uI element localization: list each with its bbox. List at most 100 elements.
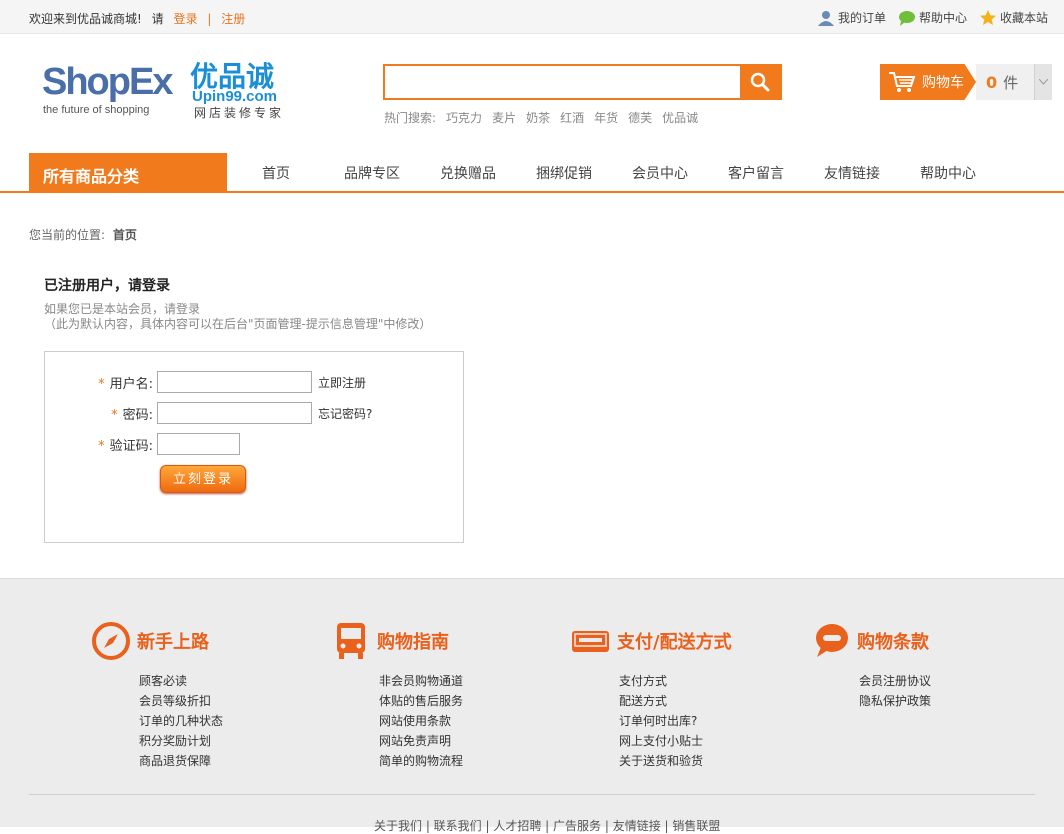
footer-col-title: 支付/配送方式 xyxy=(617,632,732,653)
footer-col-title: 购物指南 xyxy=(377,632,449,653)
footer-col-payment: 支付/配送方式 支付方式 配送方式 订单何时出库? 网上支付小贴士 关于送货和验… xyxy=(571,621,732,771)
footer: 新手上路 顾客必读 会员等级折扣 订单的几种状态 积分奖励计划 商品退货保障 购… xyxy=(0,578,1064,833)
cart-count-unit: 件 xyxy=(1003,73,1019,92)
logo-tagline: the future of shopping xyxy=(43,104,149,116)
nav-item-gifts[interactable]: 兑换赠品 xyxy=(420,163,516,183)
username-input[interactable] xyxy=(157,371,312,393)
footer-link[interactable]: 网上支付小贴士 xyxy=(619,731,732,751)
hot-word[interactable]: 麦片 xyxy=(492,109,516,126)
footer-link[interactable]: 隐私保护政策 xyxy=(859,691,931,711)
footer-link[interactable]: 简单的购物流程 xyxy=(379,751,463,771)
footer-link[interactable]: 非会员购物通道 xyxy=(379,671,463,691)
register-now-link[interactable]: 立即注册 xyxy=(318,374,366,391)
cart-count: 0 件 xyxy=(976,64,1034,100)
footer-link-list: 非会员购物通道 体贴的售后服务 网站使用条款 网站免责声明 简单的购物流程 xyxy=(379,671,463,771)
login-title: 已注册用户，请登录 xyxy=(44,278,170,294)
logo-domain: Upin99.com xyxy=(192,88,277,105)
username-label: * 用户名: xyxy=(45,373,157,392)
hot-word[interactable]: 年货 xyxy=(594,109,618,126)
shopping-cart-icon xyxy=(889,72,916,92)
footer-link[interactable]: 顾客必读 xyxy=(139,671,223,691)
password-label: * 密码: xyxy=(45,404,157,423)
register-link[interactable]: 注册 xyxy=(221,12,245,26)
search-button[interactable] xyxy=(740,66,780,98)
cart-dropdown[interactable] xyxy=(1034,64,1052,100)
my-orders-label: 我的订单 xyxy=(837,11,886,25)
separator: | xyxy=(207,12,212,26)
footer-link[interactable]: 配送方式 xyxy=(619,691,732,711)
footer-link[interactable]: 会员等级折扣 xyxy=(139,691,223,711)
all-categories-button[interactable]: 所有商品分类 xyxy=(29,153,227,193)
bookmark-link[interactable]: 收藏本站 xyxy=(979,9,1048,26)
footer-link[interactable]: 订单的几种状态 xyxy=(139,711,223,731)
nav-item-messages[interactable]: 客户留言 xyxy=(708,163,804,183)
help-center-link[interactable]: 帮助中心 xyxy=(898,9,967,26)
footer-col-header: 支付/配送方式 xyxy=(571,621,732,661)
search-input[interactable] xyxy=(385,66,740,98)
cart-widget[interactable]: 购物车 0 件 xyxy=(880,64,1052,100)
footer-link-list: 会员注册协议 隐私保护政策 xyxy=(859,671,931,711)
footer-bottom-links[interactable]: 关于我们 | 联系我们 | 人才招聘 | 广告服务 | 友情链接 | 销售联盟 xyxy=(374,817,720,834)
chat-icon xyxy=(898,10,915,26)
cart-label: 购物车 xyxy=(922,75,964,91)
cart-count-value: 0 xyxy=(986,72,998,92)
footer-link[interactable]: 支付方式 xyxy=(619,671,732,691)
nav-item-help[interactable]: 帮助中心 xyxy=(900,163,996,183)
card-icon xyxy=(572,631,609,652)
footer-link-list: 支付方式 配送方式 订单何时出库? 网上支付小贴士 关于送货和验货 xyxy=(619,671,732,771)
footer-link[interactable]: 积分奖励计划 xyxy=(139,731,223,751)
hot-word[interactable]: 奶茶 xyxy=(526,109,550,126)
captcha-label-text: 验证码: xyxy=(109,438,153,454)
my-orders-link[interactable]: 我的订单 xyxy=(817,9,886,26)
footer-link[interactable]: 网站免责声明 xyxy=(379,731,463,751)
user-icon xyxy=(817,10,834,26)
nav-item-links[interactable]: 友情链接 xyxy=(804,163,900,183)
footer-col-terms: 购物条款 会员注册协议 隐私保护政策 xyxy=(811,621,931,711)
footer-link[interactable]: 会员注册协议 xyxy=(859,671,931,691)
footer-col-title: 购物条款 xyxy=(857,632,929,653)
footer-link-list: 顾客必读 会员等级折扣 订单的几种状态 积分奖励计划 商品退货保障 xyxy=(139,671,223,771)
password-label-text: 密码: xyxy=(122,407,153,423)
footer-link[interactable]: 订单何时出库? xyxy=(619,711,732,731)
forgot-password-link[interactable]: 忘记密码? xyxy=(318,405,372,422)
footer-link[interactable]: 关于送货和验货 xyxy=(619,751,732,771)
footer-col-guide: 购物指南 非会员购物通道 体贴的售后服务 网站使用条款 网站免责声明 简单的购物… xyxy=(331,621,463,771)
captcha-label: * 验证码: xyxy=(45,435,157,454)
main-nav: 所有商品分类 首页 品牌专区 兑换赠品 捆绑促销 会员中心 客户留言 友情链接 … xyxy=(0,153,1064,193)
please-text: 请 xyxy=(151,12,164,26)
footer-link[interactable]: 商品退货保障 xyxy=(139,751,223,771)
hot-word[interactable]: 红酒 xyxy=(560,109,584,126)
search-icon xyxy=(750,72,770,92)
hot-word[interactable]: 优品诚 xyxy=(662,109,698,126)
login-submit-button[interactable]: 立刻登录 xyxy=(160,465,246,493)
shopex-upin99-logo[interactable]: ShopEx the future of shopping 优品诚 Upin99… xyxy=(42,58,307,122)
logo-slogan: 网店装修专家 xyxy=(194,105,284,120)
login-desc-line2: （此为默认内容，具体内容可以在后台"页面管理-提示信息管理"中修改） xyxy=(44,317,432,331)
cart-button[interactable]: 购物车 xyxy=(880,64,976,100)
login-form: * 用户名: 立即注册 * 密码: 忘记密码? * 验证码: 立刻登录 xyxy=(44,351,464,543)
top-bar: 欢迎来到优品诚商城! 请 登录 | 注册 我的订单 帮助中心 收藏本站 xyxy=(0,0,1064,34)
footer-link[interactable]: 网站使用条款 xyxy=(379,711,463,731)
hot-word[interactable]: 德芙 xyxy=(628,109,652,126)
required-mark: * xyxy=(111,407,118,423)
footer-link[interactable]: 体贴的售后服务 xyxy=(379,691,463,711)
nav-item-home[interactable]: 首页 xyxy=(228,163,324,183)
login-link[interactable]: 登录 xyxy=(173,12,197,26)
login-desc-line1: 如果您已是本站会员，请登录 xyxy=(44,302,201,316)
nav-item-bundles[interactable]: 捆绑促销 xyxy=(516,163,612,183)
nav-item-brands[interactable]: 品牌专区 xyxy=(324,163,420,183)
welcome-text: 欢迎来到优品诚商城! xyxy=(29,12,142,26)
hot-search-label: 热门搜索: xyxy=(384,111,437,125)
footer-divider xyxy=(29,794,1035,795)
captcha-input[interactable] xyxy=(157,433,240,455)
nav-menu: 首页 品牌专区 兑换赠品 捆绑促销 会员中心 客户留言 友情链接 帮助中心 xyxy=(228,163,996,183)
bus-icon xyxy=(337,623,365,659)
password-input[interactable] xyxy=(157,402,312,424)
hot-word[interactable]: 巧克力 xyxy=(446,109,482,126)
search-bar xyxy=(383,64,782,100)
bookmark-label: 收藏本站 xyxy=(999,11,1048,25)
nav-item-member[interactable]: 会员中心 xyxy=(612,163,708,183)
username-row: * 用户名: 立即注册 xyxy=(45,371,366,393)
breadcrumb-current[interactable]: 首页 xyxy=(113,228,137,242)
compass-icon xyxy=(92,622,130,660)
